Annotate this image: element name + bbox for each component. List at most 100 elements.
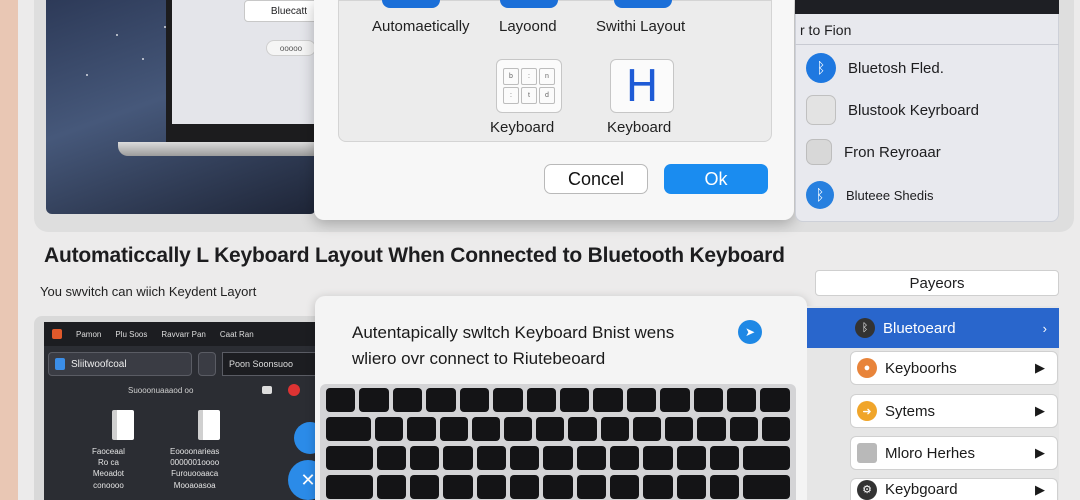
device-label: Bluteee Shedis	[846, 187, 934, 203]
keyboard-row	[326, 388, 790, 412]
sidebar-item-label: Bluetoeard	[883, 319, 956, 337]
document-caption: Eoooonarieas 0000001oooo Furouooaaca Moo…	[170, 447, 220, 490]
search-field-label: Sliitwoofcoal	[71, 358, 127, 370]
key-cell: d	[539, 87, 555, 104]
key	[476, 475, 507, 499]
key	[697, 417, 726, 441]
bluetooth-icon: ᛒ	[806, 53, 836, 83]
device-item-bluetosh[interactable]: ᛒ Bluetosh Fled.	[806, 53, 944, 83]
chevron-right-icon: ▶	[1035, 403, 1045, 418]
key	[375, 417, 404, 441]
laptop-pill-button[interactable]: ooooo	[266, 40, 316, 56]
star	[86, 74, 88, 76]
panel-title: r to Fion	[800, 22, 852, 38]
star	[142, 58, 144, 60]
device-label: Blustook Keyrboard	[848, 101, 979, 119]
sidebar-item-keyboard[interactable]: ⚙ Keybgoard ▶	[850, 478, 1058, 500]
key	[568, 417, 597, 441]
key	[443, 446, 473, 470]
panel-divider	[795, 44, 1059, 45]
sidebar-item-label: Keyboorhs	[885, 359, 957, 377]
keyboard-card-title-line: Autentapically swltch Keyboard Bnist wen…	[352, 323, 675, 342]
key	[709, 446, 740, 470]
record-icon[interactable]	[288, 384, 300, 396]
key	[643, 475, 673, 499]
page-headline: Automaticcally L Keyboard Layout When Co…	[44, 244, 785, 267]
key	[743, 446, 791, 470]
menu-item[interactable]: Caat Ran	[220, 330, 254, 339]
toolbar-button[interactable]	[198, 352, 216, 376]
key	[471, 417, 501, 441]
ok-button[interactable]: Ok	[664, 164, 768, 194]
sidebar-item-label: Mloro Herhes	[885, 444, 976, 462]
blank-square-icon	[806, 95, 836, 125]
key	[676, 475, 706, 499]
keyboard-card-title-line: wliero ovr connect to Riutebeoard	[352, 349, 606, 369]
sidebar-item-keyboards[interactable]: ● Keyboorhs ▶	[850, 351, 1058, 385]
star	[116, 34, 118, 36]
chevron-right-icon: ▶	[1035, 481, 1045, 497]
device-item-bluteee[interactable]: ᛒ Bluteee Shedis	[806, 180, 933, 210]
menu-item[interactable]: Plu Soos	[115, 330, 147, 339]
key	[543, 446, 573, 470]
keyboard-card-title: Autentapically swltch Keyboard Bnist wen…	[352, 320, 674, 373]
key	[729, 417, 758, 441]
panel-titlebar	[795, 0, 1059, 14]
key	[743, 475, 791, 499]
device-item-fron[interactable]: Fron Reyroaar	[806, 137, 941, 167]
chevron-right-icon: ▶	[1035, 360, 1045, 375]
device-label: Fron Reyroaar	[844, 143, 941, 161]
document-icon[interactable]	[198, 410, 220, 440]
key	[576, 475, 606, 499]
orange-dot-icon: ➜	[857, 401, 877, 421]
key	[510, 446, 540, 470]
document-icon[interactable]	[112, 410, 134, 440]
device-label: Bluetosh Fled.	[848, 59, 944, 77]
key-cell: n	[539, 68, 555, 85]
keyboard-row	[326, 475, 791, 499]
key	[359, 388, 389, 412]
option-switch-tab[interactable]	[614, 0, 672, 8]
sidebar-item-label: Keybgoard	[885, 481, 958, 498]
key	[426, 388, 456, 412]
cancel-button[interactable]: Concel	[544, 164, 648, 194]
keyboard-row	[326, 417, 790, 441]
key	[593, 388, 623, 412]
keyboard-grid-icon[interactable]: b : n : t d	[496, 59, 562, 113]
key	[760, 388, 790, 412]
menu-item[interactable]: Ravvarr Pan	[161, 330, 205, 339]
key-cell: :	[521, 68, 537, 85]
option-layout-label[interactable]: Layoond	[499, 18, 557, 35]
panel-header: Payeors	[815, 270, 1059, 296]
key	[326, 417, 372, 441]
key	[600, 417, 629, 441]
key	[376, 446, 407, 470]
chevron-right-icon: ▶	[1035, 445, 1045, 460]
key	[559, 388, 590, 412]
key	[676, 446, 706, 470]
sidebar-item-bluetooth[interactable]: ᛒ Bluetoeard ›	[807, 308, 1059, 348]
navigation-arrow-icon[interactable]: ➤	[738, 320, 762, 344]
document-caption: Faoceaal Ro ca Meoadot conoooo	[92, 447, 125, 490]
device-item-keyboard[interactable]: Blustook Keyrboard	[806, 95, 979, 125]
keyboard-row	[326, 446, 791, 470]
key-cell: b	[503, 68, 519, 85]
sidebar-item-more[interactable]: Mloro Herhes ▶	[850, 436, 1058, 470]
dark-window-caption: Suooonuaaaod oo	[128, 386, 194, 395]
key	[443, 475, 473, 499]
option-layout-tab[interactable]	[500, 0, 558, 8]
key	[326, 388, 356, 412]
menu-item[interactable]: Pamon	[76, 330, 101, 339]
letter-h-icon[interactable]: H	[610, 59, 674, 113]
chevron-right-icon: ›	[1042, 320, 1047, 336]
sidebar-item-systems[interactable]: ➜ Sytems ▶	[850, 394, 1058, 428]
key	[761, 417, 790, 441]
page-subline: You swvitch can wiich Keydent Layort	[40, 284, 257, 299]
key	[576, 446, 606, 470]
option-automatic-tab[interactable]	[382, 0, 440, 8]
key	[632, 417, 662, 441]
option-switch-layout-label[interactable]: Swithi Layout	[596, 18, 685, 35]
bluetooth-icon: ᛒ	[855, 318, 875, 338]
option-automatic-label[interactable]: Automaetically	[372, 18, 470, 35]
search-field[interactable]: Sliitwoofcoal	[48, 352, 192, 376]
